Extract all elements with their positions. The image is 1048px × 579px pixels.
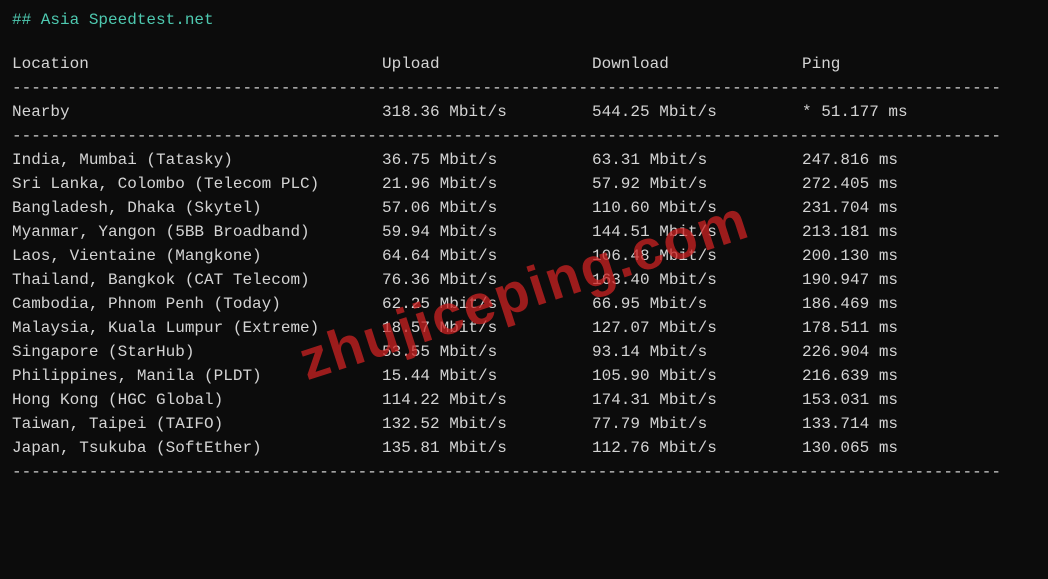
cell-location: Malaysia, Kuala Lumpur (Extreme): [12, 316, 382, 340]
cell-location: Laos, Vientaine (Mangkone): [12, 244, 382, 268]
cell-download: 66.95 Mbit/s: [592, 292, 802, 316]
cell-upload: 15.44 Mbit/s: [382, 364, 592, 388]
cell-upload: 53.55 Mbit/s: [382, 340, 592, 364]
table-row: Laos, Vientaine (Mangkone)64.64 Mbit/s10…: [12, 244, 1036, 268]
cell-upload: 18.57 Mbit/s: [382, 316, 592, 340]
cell-upload: 135.81 Mbit/s: [382, 436, 592, 460]
nearby-ping: * 51.177 ms: [802, 100, 908, 124]
header-upload: Upload: [382, 52, 592, 76]
cell-upload: 21.96 Mbit/s: [382, 172, 592, 196]
cell-download: 77.79 Mbit/s: [592, 412, 802, 436]
section-title: ## Asia Speedtest.net: [12, 8, 1036, 32]
divider: ----------------------------------------…: [12, 76, 1036, 100]
nearby-upload: 318.36 Mbit/s: [382, 100, 592, 124]
cell-upload: 36.75 Mbit/s: [382, 148, 592, 172]
cell-location: India, Mumbai (Tatasky): [12, 148, 382, 172]
cell-ping: 226.904 ms: [802, 340, 898, 364]
cell-upload: 76.36 Mbit/s: [382, 268, 592, 292]
cell-ping: 130.065 ms: [802, 436, 898, 460]
cell-upload: 132.52 Mbit/s: [382, 412, 592, 436]
cell-location: Myanmar, Yangon (5BB Broadband): [12, 220, 382, 244]
nearby-row: Nearby 318.36 Mbit/s 544.25 Mbit/s * 51.…: [12, 100, 1036, 124]
header-download: Download: [592, 52, 802, 76]
cell-upload: 59.94 Mbit/s: [382, 220, 592, 244]
nearby-download: 544.25 Mbit/s: [592, 100, 802, 124]
table-row: Cambodia, Phnom Penh (Today)62.25 Mbit/s…: [12, 292, 1036, 316]
cell-download: 57.92 Mbit/s: [592, 172, 802, 196]
table-row: Japan, Tsukuba (SoftEther)135.81 Mbit/s1…: [12, 436, 1036, 460]
table-row: Philippines, Manila (PLDT)15.44 Mbit/s10…: [12, 364, 1036, 388]
cell-download: 63.31 Mbit/s: [592, 148, 802, 172]
cell-upload: 64.64 Mbit/s: [382, 244, 592, 268]
header-location: Location: [12, 52, 382, 76]
table-row: Singapore (StarHub)53.55 Mbit/s93.14 Mbi…: [12, 340, 1036, 364]
cell-upload: 114.22 Mbit/s: [382, 388, 592, 412]
cell-download: 106.48 Mbit/s: [592, 244, 802, 268]
cell-download: 144.51 Mbit/s: [592, 220, 802, 244]
nearby-location: Nearby: [12, 100, 382, 124]
cell-location: Japan, Tsukuba (SoftEther): [12, 436, 382, 460]
cell-download: 163.40 Mbit/s: [592, 268, 802, 292]
cell-download: 127.07 Mbit/s: [592, 316, 802, 340]
cell-download: 93.14 Mbit/s: [592, 340, 802, 364]
divider: ----------------------------------------…: [12, 460, 1036, 484]
results-container: India, Mumbai (Tatasky)36.75 Mbit/s63.31…: [12, 148, 1036, 460]
table-row: Bangladesh, Dhaka (Skytel)57.06 Mbit/s11…: [12, 196, 1036, 220]
table-row: Hong Kong (HGC Global)114.22 Mbit/s174.3…: [12, 388, 1036, 412]
cell-ping: 190.947 ms: [802, 268, 898, 292]
cell-ping: 178.511 ms: [802, 316, 898, 340]
cell-location: Philippines, Manila (PLDT): [12, 364, 382, 388]
cell-download: 174.31 Mbit/s: [592, 388, 802, 412]
cell-download: 112.76 Mbit/s: [592, 436, 802, 460]
cell-upload: 62.25 Mbit/s: [382, 292, 592, 316]
cell-location: Cambodia, Phnom Penh (Today): [12, 292, 382, 316]
cell-location: Singapore (StarHub): [12, 340, 382, 364]
divider: ----------------------------------------…: [12, 124, 1036, 148]
cell-location: Hong Kong (HGC Global): [12, 388, 382, 412]
table-header-row: Location Upload Download Ping: [12, 52, 1036, 76]
cell-location: Sri Lanka, Colombo (Telecom PLC): [12, 172, 382, 196]
cell-download: 110.60 Mbit/s: [592, 196, 802, 220]
table-row: India, Mumbai (Tatasky)36.75 Mbit/s63.31…: [12, 148, 1036, 172]
cell-location: Bangladesh, Dhaka (Skytel): [12, 196, 382, 220]
table-row: Taiwan, Taipei (TAIFO)132.52 Mbit/s77.79…: [12, 412, 1036, 436]
cell-ping: 247.816 ms: [802, 148, 898, 172]
cell-ping: 186.469 ms: [802, 292, 898, 316]
table-row: Thailand, Bangkok (CAT Telecom)76.36 Mbi…: [12, 268, 1036, 292]
cell-ping: 153.031 ms: [802, 388, 898, 412]
table-row: Sri Lanka, Colombo (Telecom PLC)21.96 Mb…: [12, 172, 1036, 196]
cell-ping: 133.714 ms: [802, 412, 898, 436]
cell-ping: 272.405 ms: [802, 172, 898, 196]
table-row: Malaysia, Kuala Lumpur (Extreme)18.57 Mb…: [12, 316, 1036, 340]
cell-download: 105.90 Mbit/s: [592, 364, 802, 388]
cell-ping: 216.639 ms: [802, 364, 898, 388]
table-row: Myanmar, Yangon (5BB Broadband)59.94 Mbi…: [12, 220, 1036, 244]
cell-ping: 213.181 ms: [802, 220, 898, 244]
cell-ping: 231.704 ms: [802, 196, 898, 220]
cell-location: Taiwan, Taipei (TAIFO): [12, 412, 382, 436]
cell-location: Thailand, Bangkok (CAT Telecom): [12, 268, 382, 292]
header-ping: Ping: [802, 52, 840, 76]
cell-ping: 200.130 ms: [802, 244, 898, 268]
cell-upload: 57.06 Mbit/s: [382, 196, 592, 220]
